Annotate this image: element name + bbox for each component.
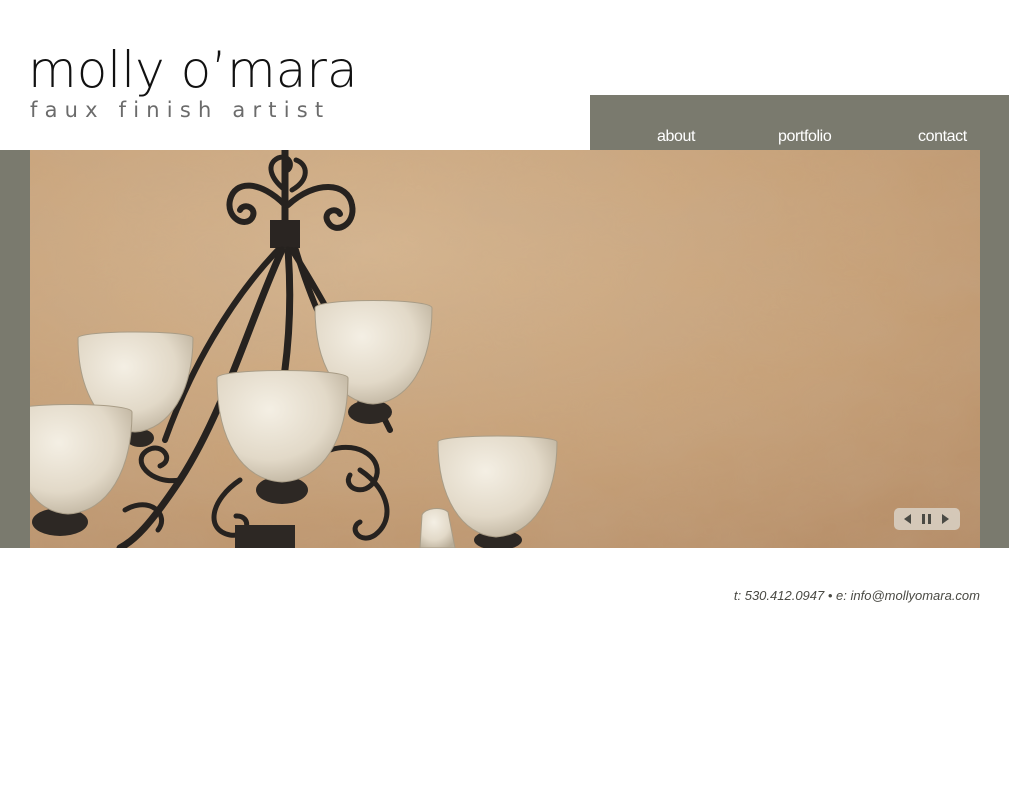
triangle-left-icon bbox=[903, 514, 911, 524]
logo-name: molly o’mara bbox=[28, 41, 358, 99]
hero-image bbox=[30, 150, 980, 548]
hero-slideshow bbox=[30, 150, 980, 548]
nav-item-about[interactable]: about bbox=[657, 128, 695, 146]
logo[interactable]: molly o’mara faux finish artist bbox=[28, 40, 358, 122]
pause-icon bbox=[922, 514, 932, 524]
next-slide-button[interactable] bbox=[938, 511, 954, 527]
page: molly o’mara faux finish artist about po… bbox=[0, 0, 1009, 800]
logo-tagline: faux finish artist bbox=[30, 98, 331, 122]
nav-item-contact[interactable]: contact bbox=[918, 128, 967, 146]
triangle-right-icon bbox=[942, 514, 950, 524]
nav-item-portfolio[interactable]: portfolio bbox=[778, 128, 832, 146]
pause-slide-button[interactable] bbox=[919, 511, 935, 527]
nav-bar: about portfolio contact bbox=[590, 95, 1009, 150]
footer-contact: t: 530.412.0947 • e: info@mollyomara.com bbox=[733, 588, 980, 603]
slideshow-controls bbox=[894, 508, 960, 530]
prev-slide-button[interactable] bbox=[900, 511, 916, 527]
